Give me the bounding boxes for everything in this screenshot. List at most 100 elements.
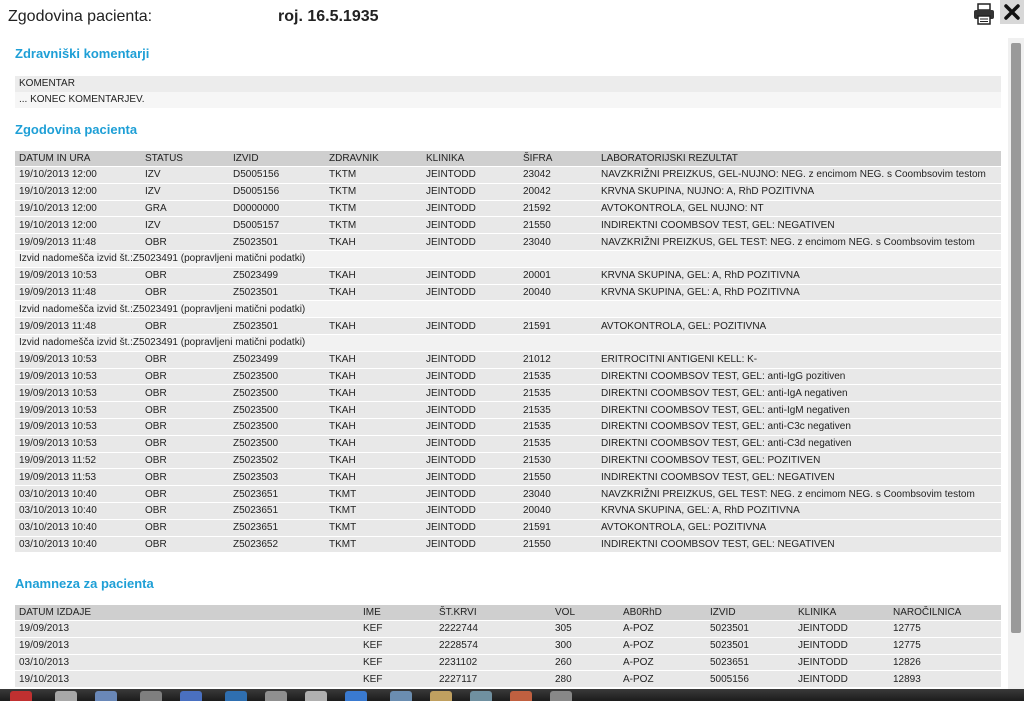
table-cell: 20040 [519,284,597,301]
column-header: IME [359,605,435,620]
table-cell: KRVNA SKUPINA, GEL: A, RhD POZITIVNA [597,267,1001,284]
table-row: 19/09/2013 10:53 OBR Z5023500 TKAH JEINTODD 2… [15,368,1001,385]
table-cell: 23040 [519,234,597,250]
table-cell: 19/09/2013 10:53 [15,435,141,452]
scrollbar-thumb[interactable] [1011,43,1021,633]
table-cell: Z5023500 [229,435,325,452]
close-button[interactable] [1000,0,1024,24]
note-cell: Izvid nadomešča izvid št.:Z5023491 (popr… [15,334,1001,351]
table-cell: OBR [141,284,229,301]
taskbar-app-icon[interactable] [140,691,162,701]
table-cell: 21535 [519,435,597,452]
table-cell: KEF [359,637,435,654]
table-row: 19/09/2013 10:53 OBR Z5023500 TKAH JEINTODD 2… [15,418,1001,435]
table-cell: TKAH [325,284,422,301]
table-cell: D5005156 [229,167,325,183]
taskbar-app-icon[interactable] [470,691,492,701]
table-cell: Z5023500 [229,368,325,385]
table-cell: TKAH [325,267,422,284]
table-cell: 5023501 [706,621,794,637]
table-cell: TKAH [325,368,422,385]
table-cell: 03/10/2013 [15,654,359,671]
table-cell: JEINTODD [422,217,519,234]
table-cell: 19/09/2013 11:48 [15,284,141,301]
print-button[interactable] [972,2,996,26]
table-cell: D5005156 [229,183,325,200]
taskbar-app-icon[interactable] [550,691,572,701]
table-cell: JEINTODD [422,452,519,469]
table-row: 19/09/2013 10:53 OBR Z5023500 TKAH JEINTODD 2… [15,385,1001,402]
note-cell: Izvid nadomešča izvid št.:Z5023491 (popr… [15,301,1001,318]
table-cell: TKTM [325,217,422,234]
printer-icon [974,3,994,25]
table-cell: Z5023651 [229,502,325,519]
table-cell: 19/09/2013 11:53 [15,469,141,486]
table-cell: KEF [359,621,435,637]
taskbar-app-icon[interactable] [225,691,247,701]
table-cell: KRVNA SKUPINA, GEL: A, RhD POZITIVNA [597,284,1001,301]
table-cell: TKAH [325,351,422,368]
table-cell: TKMT [325,519,422,536]
table-cell: 305 [551,621,619,637]
table-cell: 5023501 [706,637,794,654]
table-cell: OBR [141,234,229,250]
table-row: 03/10/2013 10:40 OBR Z5023651 TKMT JEINTODD 2… [15,502,1001,519]
table-row: 19/10/2013 12:00 IZV D5005157 TKTM JEINTODD 2… [15,217,1001,234]
taskbar-app-icon[interactable] [265,691,287,701]
table-cell: IZV [141,183,229,200]
table-cell: 21535 [519,385,597,402]
table-cell: JEINTODD [422,318,519,334]
vertical-scrollbar[interactable] [1008,38,1024,689]
table-cell: 21591 [519,519,597,536]
column-header: AB0RhD [619,605,706,620]
taskbar-app-icon[interactable] [430,691,452,701]
table-cell: 19/09/2013 [15,637,359,654]
column-header: IZVID [229,151,325,166]
table-cell: JEINTODD [794,621,889,637]
table-cell: Z5023652 [229,536,325,553]
table-cell: TKAH [325,435,422,452]
table-cell: OBR [141,452,229,469]
table-cell: 21535 [519,368,597,385]
table-row: 19/09/2013 11:48 OBR Z5023501 TKAH JEINTODD 2… [15,234,1001,250]
taskbar-app-icon[interactable] [390,691,412,701]
table-cell: 20001 [519,267,597,284]
taskbar-app-icon[interactable] [345,691,367,701]
table-cell: 12826 [889,654,1001,671]
table-row: 03/10/2013 10:40 OBR Z5023651 TKMT JEINTODD 2… [15,486,1001,502]
table-cell: JEINTODD [422,267,519,284]
table-cell: JEINTODD [422,284,519,301]
table-cell: KEF [359,654,435,671]
taskbar-app-icon[interactable] [180,691,202,701]
table-row: 19/09/2013 KEF 2228574 300 A-POZ 5023501 JEINT… [15,637,1001,654]
table-cell: 280 [551,671,619,688]
table-cell: 23042 [519,167,597,183]
table-cell: AVTOKONTROLA, GEL: POZITIVNA [597,318,1001,334]
table-cell: Z5023499 [229,351,325,368]
table-cell: AVTOKONTROLA, GEL NUJNO: NT [597,200,1001,217]
column-header: VOL [551,605,619,620]
table-row: 19/09/2013 11:52 OBR Z5023502 TKAH JEINTODD 2… [15,452,1001,469]
table-cell: OBR [141,385,229,402]
table-cell: AVTOKONTROLA, GEL: POZITIVNA [597,519,1001,536]
table-header-row: DATUM IZDAJE IME ŠT.KRVI VOL AB0RhD IZVID KLIN… [15,605,1001,620]
table-cell: JEINTODD [794,637,889,654]
taskbar-app-icon[interactable] [305,691,327,701]
table-cell: OBR [141,351,229,368]
table-cell: JEINTODD [422,469,519,486]
table-cell: 21550 [519,217,597,234]
taskbar-app-icon[interactable] [95,691,117,701]
column-header: LABORATORIJSKI REZULTAT [597,151,1001,166]
window-header: Zgodovina pacienta: roj. 16.5.1935 [0,0,1024,38]
table-cell: 2222744 [435,621,551,637]
table-cell: OBR [141,519,229,536]
taskbar-app-icon[interactable] [55,691,77,701]
table-cell: 19/09/2013 10:53 [15,418,141,435]
table-cell: OBR [141,368,229,385]
table-cell: Z5023500 [229,385,325,402]
table-row: 19/09/2013 11:48 OBR Z5023501 TKAH JEINTODD 2… [15,284,1001,301]
table-row: 19/09/2013 10:53 OBR Z5023500 TKAH JEINTODD 2… [15,435,1001,452]
start-icon[interactable] [10,691,32,701]
taskbar-app-icon[interactable] [510,691,532,701]
patient-dob: roj. 16.5.1935 [278,8,379,25]
